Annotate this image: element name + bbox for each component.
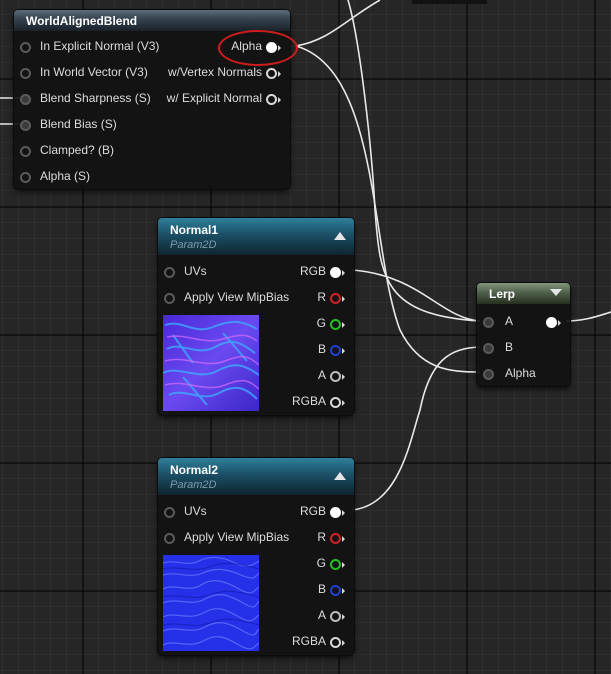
wire-normal2-rgb-to-lerp-b — [351, 346, 481, 511]
node-subtitle: Param2D — [170, 239, 217, 251]
pin-label: Alpha (S) — [40, 169, 91, 183]
pin-circle[interactable] — [20, 172, 31, 183]
pin-out-rgba[interactable]: RGBA — [158, 394, 354, 410]
pin-circle[interactable] — [20, 120, 31, 131]
node-subtitle: Param2D — [170, 479, 217, 491]
pin-circle[interactable] — [330, 559, 345, 570]
pin-label: Clamped? (B) — [40, 143, 115, 157]
pin-circle[interactable] — [266, 42, 281, 53]
normal1-header[interactable]: Normal1 Param2D — [158, 218, 354, 255]
pin-label: R — [317, 530, 326, 544]
pin-label: B — [317, 342, 326, 356]
pin-label: RGBA — [291, 634, 326, 648]
pin-label: A — [505, 314, 514, 328]
normal2-texture-node[interactable]: Normal2 Param2D UVs Apply View MipBias R… — [158, 458, 354, 655]
pin-out-rgba[interactable]: RGBA — [158, 634, 354, 650]
pin-out-vertex-normals[interactable]: w/Vertex Normals — [14, 65, 290, 81]
pin-circle[interactable] — [330, 533, 345, 544]
pin-blend-bias[interactable]: Blend Bias (S) — [14, 117, 290, 133]
world-aligned-blend-node[interactable]: WorldAlignedBlend In Explicit Normal (V3… — [14, 10, 290, 189]
pin-lerp-a[interactable]: A — [477, 314, 570, 330]
pin-circle[interactable] — [330, 585, 345, 596]
pin-out-rgb[interactable]: RGB — [158, 504, 354, 520]
node-title: Normal1 — [170, 223, 219, 237]
pin-label: w/ Explicit Normal — [166, 91, 262, 105]
world-aligned-blend-header[interactable]: WorldAlignedBlend — [14, 10, 290, 31]
pin-circle[interactable] — [330, 397, 345, 408]
pin-out-alpha[interactable]: Alpha — [14, 39, 290, 55]
pin-lerp-alpha[interactable]: Alpha — [477, 366, 570, 382]
pin-lerp-b[interactable]: B — [477, 340, 570, 356]
pin-out-g[interactable]: G — [158, 316, 354, 332]
pin-out-rgb[interactable]: RGB — [158, 264, 354, 280]
node-title: WorldAlignedBlend — [26, 14, 138, 28]
pin-label: B — [317, 582, 326, 596]
pin-out-b[interactable]: B — [158, 342, 354, 358]
pin-label: w/Vertex Normals — [167, 65, 262, 79]
pin-alpha-in[interactable]: Alpha (S) — [14, 169, 290, 185]
pin-circle[interactable] — [20, 146, 31, 157]
pin-label: Alpha — [505, 366, 536, 380]
lerp-header[interactable]: Lerp — [477, 283, 570, 304]
material-graph-canvas[interactable]: WorldAlignedBlend In Explicit Normal (V3… — [0, 0, 611, 674]
pin-circle[interactable] — [266, 68, 281, 79]
pin-label: B — [505, 340, 514, 354]
pin-out-a[interactable]: A — [158, 368, 354, 384]
pin-label: A — [317, 608, 326, 622]
pin-out-g[interactable]: G — [158, 556, 354, 572]
pin-circle[interactable] — [266, 94, 281, 105]
collapse-arrow-icon[interactable] — [334, 232, 346, 240]
lerp-output-pin[interactable] — [546, 317, 561, 328]
pin-out-r[interactable]: R — [158, 290, 354, 306]
pin-label: Alpha — [231, 39, 262, 53]
pin-out-r[interactable]: R — [158, 530, 354, 546]
pin-circle[interactable] — [330, 371, 345, 382]
pin-circle[interactable] — [330, 611, 345, 622]
pin-circle[interactable] — [330, 293, 345, 304]
pin-label: RGB — [299, 264, 326, 278]
normal1-texture-node[interactable]: Normal1 Param2D UVs Apply View MipBias R… — [158, 218, 354, 415]
pin-circle[interactable] — [330, 507, 345, 518]
pin-circle[interactable] — [483, 369, 494, 380]
pin-label: RGB — [299, 504, 326, 518]
pin-circle[interactable] — [330, 637, 345, 648]
pin-label: G — [316, 316, 326, 330]
wire-lerp-out — [565, 311, 611, 322]
pin-out-explicit-normal[interactable]: w/ Explicit Normal — [14, 91, 290, 107]
pin-label: RGBA — [291, 394, 326, 408]
wire-offscreen-to-lerp-a — [347, 0, 481, 322]
pin-out-b[interactable]: B — [158, 582, 354, 598]
pin-clamped[interactable]: Clamped? (B) — [14, 143, 290, 159]
lerp-node[interactable]: Lerp A B Alpha — [477, 283, 570, 386]
pin-label: Blend Bias (S) — [40, 117, 117, 131]
wire-alpha-to-offscreen — [295, 0, 381, 47]
pin-circle[interactable] — [330, 345, 345, 356]
normal2-header[interactable]: Normal2 Param2D — [158, 458, 354, 495]
pin-circle[interactable] — [330, 267, 345, 278]
node-title: Lerp — [489, 287, 516, 301]
collapse-arrow-icon[interactable] — [334, 472, 346, 480]
collapse-arrow-icon[interactable] — [550, 289, 562, 296]
node-title: Normal2 — [170, 463, 219, 477]
pin-out-a[interactable]: A — [158, 608, 354, 624]
offscreen-node-edge — [412, 0, 487, 4]
pin-circle[interactable] — [483, 317, 494, 328]
pin-label: G — [316, 556, 326, 570]
pin-label: R — [317, 290, 326, 304]
wire-normal1-rgb-to-lerp-a — [351, 269, 481, 322]
pin-circle[interactable] — [483, 343, 494, 354]
pin-circle[interactable] — [330, 319, 345, 330]
pin-label: A — [317, 368, 326, 382]
